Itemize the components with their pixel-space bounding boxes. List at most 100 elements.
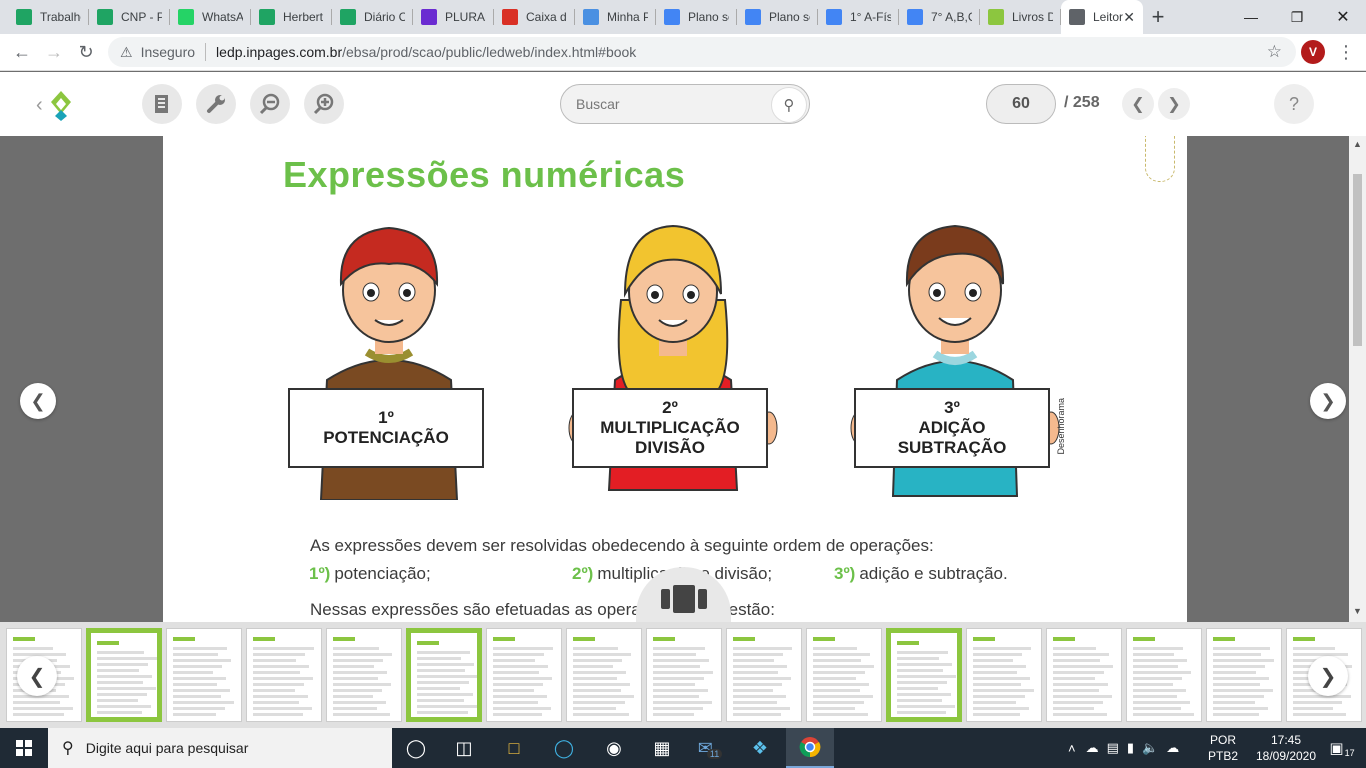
file-explorer-icon[interactable]: □ <box>490 728 538 768</box>
taskbar-search-placeholder: Digite aqui para pesquisar <box>85 740 249 756</box>
chrome-taskbar-icon[interactable] <box>786 728 834 768</box>
network-icon[interactable]: ▤ <box>1107 740 1119 756</box>
thumbnail-line <box>493 653 544 656</box>
chrome-menu-icon[interactable]: ⋮ <box>1337 40 1355 64</box>
sign-1-order: 1º <box>378 408 394 427</box>
browser-tab[interactable]: CNP - P <box>89 0 170 34</box>
thumbnail-line <box>1293 713 1346 716</box>
page-thumbnail[interactable] <box>566 628 642 722</box>
taskbar-search[interactable]: ⚲ Digite aqui para pesquisar <box>48 728 392 768</box>
obs-icon[interactable]: ◉ <box>590 728 638 768</box>
maximize-button[interactable]: ❐ <box>1274 0 1320 34</box>
input-language[interactable]: POR PTB2 <box>1208 732 1238 764</box>
bookmark-ribbon[interactable] <box>1145 136 1175 182</box>
forward-button[interactable]: → <box>38 36 70 68</box>
logo-back-chevron-icon[interactable]: ‹ <box>36 94 43 117</box>
page-thumbnail[interactable] <box>406 628 482 722</box>
page-thumbnail[interactable] <box>246 628 322 722</box>
zoom-out-button[interactable] <box>250 84 290 124</box>
page-number-input[interactable]: 60 <box>986 84 1056 124</box>
page-thumbnail[interactable] <box>1126 628 1202 722</box>
mail-icon[interactable]: ✉ 11 <box>686 728 734 768</box>
profile-avatar[interactable]: V <box>1301 40 1325 64</box>
browser-tab[interactable]: Leitor ✕ <box>1061 0 1143 34</box>
page-thumbnail[interactable] <box>486 628 562 722</box>
scrollbar-thumb[interactable] <box>1353 174 1362 346</box>
task-view-icon[interactable]: ◫ <box>440 728 488 768</box>
close-window-button[interactable]: ✕ <box>1320 0 1366 34</box>
thumbnail-line <box>733 665 787 668</box>
notifications-button[interactable]: ▣ 17 <box>1318 728 1366 768</box>
volume-icon[interactable]: 🔈 <box>1142 740 1158 756</box>
close-tab-icon[interactable]: ✕ <box>1123 9 1135 26</box>
bookmark-star-icon[interactable]: ☆ <box>1267 42 1282 62</box>
help-button[interactable]: ? <box>1274 84 1314 124</box>
scroll-up-icon[interactable]: ▲ <box>1353 139 1362 149</box>
minimize-button[interactable]: — <box>1228 0 1274 34</box>
next-page-arrow[interactable]: ❯ <box>1310 383 1346 419</box>
docs-icon <box>907 9 923 25</box>
page-thumbnail[interactable] <box>726 628 802 722</box>
address-bar[interactable]: ⚠ Inseguro ledp.inpages.com.br/ebsa/prod… <box>108 37 1296 67</box>
thumbnail-line <box>973 695 1025 698</box>
browser-tab[interactable]: Plano se <box>737 0 818 34</box>
thumbnail-line <box>333 653 392 656</box>
edge-icon[interactable]: ◯ <box>540 728 588 768</box>
start-button[interactable] <box>0 728 48 768</box>
page-thumbnail[interactable] <box>166 628 242 722</box>
thumbnails-prev-button[interactable]: ❮ <box>17 656 57 696</box>
prev-page-arrow[interactable]: ❮ <box>20 383 56 419</box>
page-thumbnail[interactable] <box>886 628 962 722</box>
cortana-icon[interactable]: ◯ <box>392 728 440 768</box>
browser-tab[interactable]: 7° A,B,C <box>899 0 980 34</box>
thumbnail-header <box>733 637 755 641</box>
page-thumbnail[interactable] <box>966 628 1042 722</box>
tools-button[interactable] <box>196 84 236 124</box>
thumbnails-next-button[interactable]: ❯ <box>1308 656 1348 696</box>
battery-icon[interactable]: ▮ <box>1127 740 1134 756</box>
browser-tab[interactable]: Herbert <box>251 0 332 34</box>
back-button[interactable]: ← <box>6 36 38 68</box>
page-scrollbar[interactable]: ▲ ▼ <box>1349 136 1366 622</box>
next-page-button[interactable]: ❯ <box>1158 88 1190 120</box>
browser-tab[interactable]: 1° A-Fís <box>818 0 899 34</box>
page-thumbnail[interactable] <box>86 628 162 722</box>
safari-icon[interactable]: ❖ <box>736 728 784 768</box>
thumbnail-line <box>97 657 157 660</box>
zoom-out-icon <box>259 93 280 115</box>
browser-tab[interactable]: Plano se <box>656 0 737 34</box>
browser-tab[interactable]: WhatsApp <box>170 0 251 34</box>
thumbnail-line <box>1133 653 1174 656</box>
weather-icon[interactable]: ☁ <box>1086 740 1099 756</box>
browser-tab[interactable]: Trabalho <box>8 0 89 34</box>
thumbnail-line <box>733 671 778 674</box>
search-input[interactable] <box>576 96 756 112</box>
browser-tab[interactable]: Caixa de <box>494 0 575 34</box>
new-tab-button[interactable]: + <box>1143 0 1173 34</box>
store-icon[interactable]: ▦ <box>638 728 686 768</box>
reload-button[interactable]: ↻ <box>70 36 102 68</box>
browser-tab[interactable]: Diário C <box>332 0 413 34</box>
prev-page-button[interactable]: ❮ <box>1122 88 1154 120</box>
browser-tab[interactable]: Minha P <box>575 0 656 34</box>
clock[interactable]: 17:45 18/09/2020 <box>1254 732 1318 764</box>
browser-tab[interactable]: Livros D <box>980 0 1061 34</box>
page-thumbnail[interactable] <box>806 628 882 722</box>
page-thumbnail[interactable] <box>326 628 402 722</box>
zoom-in-button[interactable] <box>304 84 344 124</box>
thumbnail-line <box>897 687 938 690</box>
page-thumbnail[interactable] <box>646 628 722 722</box>
browser-tab[interactable]: PLURAL <box>413 0 494 34</box>
page-thumbnail[interactable] <box>1206 628 1282 722</box>
onedrive-icon[interactable]: ☁ <box>1166 740 1179 756</box>
thumbnail-line <box>1053 683 1108 686</box>
library-button[interactable] <box>142 84 182 124</box>
search-button[interactable]: ⚲ <box>771 87 807 123</box>
search-box: ⚲ <box>560 84 810 124</box>
tray-expand-icon[interactable]: ˄ <box>1068 741 1076 756</box>
page-thumbnail[interactable] <box>1046 628 1122 722</box>
thumbnail-header <box>417 641 439 645</box>
scroll-down-icon[interactable]: ▼ <box>1353 606 1362 616</box>
thumbnail-line <box>493 659 535 662</box>
ftd-logo-icon[interactable] <box>50 90 72 122</box>
